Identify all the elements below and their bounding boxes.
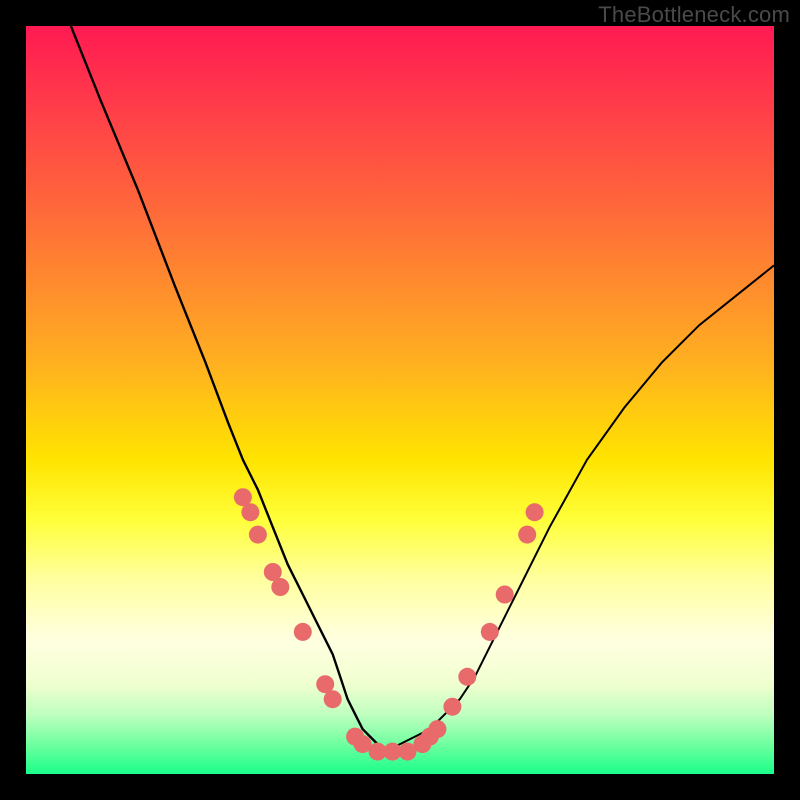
- marker-point: [324, 690, 342, 708]
- chart-frame: [26, 26, 774, 774]
- marker-points: [234, 488, 544, 760]
- chart-svg: [26, 26, 774, 774]
- marker-point: [241, 503, 259, 521]
- marker-point: [518, 526, 536, 544]
- marker-point: [481, 623, 499, 641]
- marker-point: [443, 698, 461, 716]
- attribution-text: TheBottleneck.com: [598, 2, 790, 28]
- marker-point: [526, 503, 544, 521]
- marker-point: [496, 586, 514, 604]
- curve-lines: [71, 26, 774, 752]
- marker-point: [458, 668, 476, 686]
- marker-point: [271, 578, 289, 596]
- marker-point: [294, 623, 312, 641]
- marker-point: [428, 720, 446, 738]
- curve-left-curve: [71, 26, 385, 752]
- curve-right-curve: [385, 265, 774, 751]
- marker-point: [249, 526, 267, 544]
